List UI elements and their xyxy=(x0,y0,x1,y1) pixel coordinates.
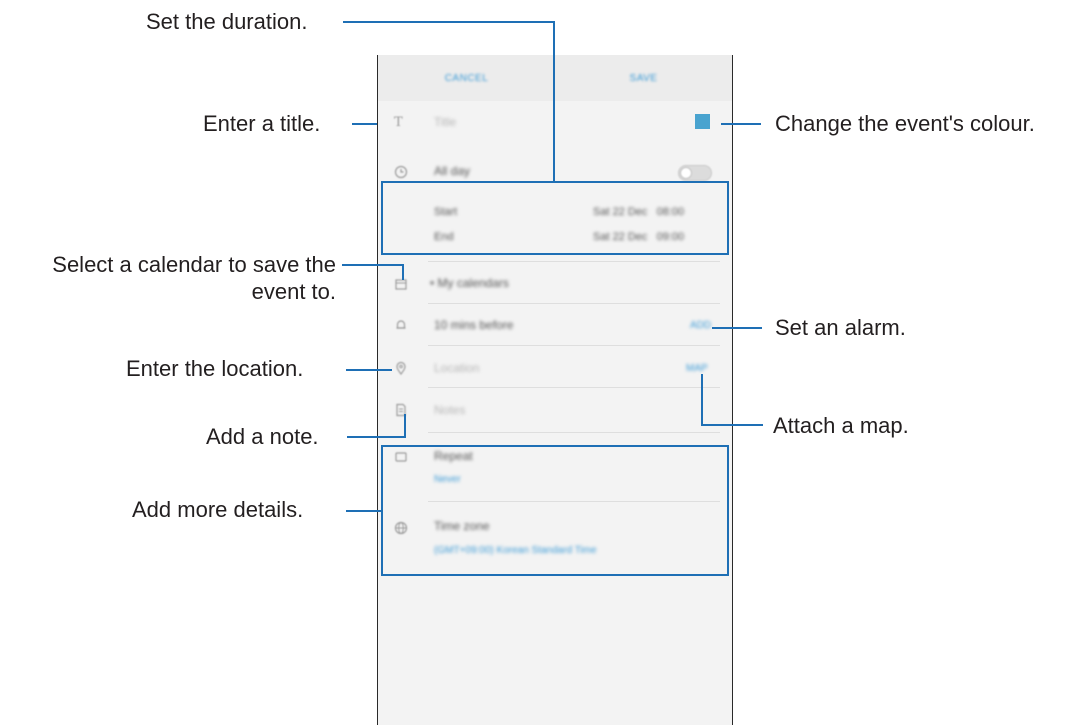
callout-line-calendar xyxy=(342,264,404,266)
event-editor-screen: CANCEL SAVE T Title All day Start Sat 22… xyxy=(377,55,733,725)
title-icon: T xyxy=(394,115,403,130)
save-button[interactable]: SAVE xyxy=(555,55,732,101)
add-alarm-button[interactable]: ADD xyxy=(690,320,711,331)
location-field[interactable]: Location xyxy=(434,361,479,375)
callout-select-calendar-line1: Select a calendar to save the xyxy=(52,252,336,277)
all-day-label: All day xyxy=(434,164,471,178)
callout-set-alarm: Set an alarm. xyxy=(775,315,906,340)
all-day-toggle[interactable] xyxy=(678,165,712,181)
divider xyxy=(428,345,720,346)
callout-line-note-v xyxy=(404,414,406,438)
map-button[interactable]: MAP xyxy=(686,363,708,374)
calendar-selector[interactable]: • My calendars xyxy=(430,276,509,290)
callout-line-title xyxy=(352,123,377,125)
callout-line-map-v xyxy=(701,374,703,426)
toggle-knob xyxy=(680,167,692,179)
callout-line-map xyxy=(701,424,763,426)
callout-line-colour xyxy=(721,123,761,125)
details-highlight-box xyxy=(381,445,729,576)
callout-line-alarm xyxy=(712,327,762,329)
bell-icon xyxy=(396,320,406,329)
cancel-button[interactable]: CANCEL xyxy=(378,55,555,101)
callout-select-calendar-line2: event to. xyxy=(251,279,336,304)
callout-line-duration-v xyxy=(553,21,555,181)
callout-add-note: Add a note. xyxy=(206,424,319,449)
clock-icon xyxy=(394,165,408,179)
app-bar: CANCEL SAVE xyxy=(378,55,732,101)
callout-line-location xyxy=(346,369,392,371)
divider xyxy=(428,432,720,433)
calendar-icon xyxy=(395,279,407,290)
notes-field[interactable]: Notes xyxy=(434,403,465,417)
divider xyxy=(428,303,720,304)
alarm-value[interactable]: 10 mins before xyxy=(434,318,513,332)
duration-highlight-box xyxy=(381,181,729,255)
callout-line-note xyxy=(347,436,406,438)
title-field[interactable]: Title xyxy=(434,115,456,129)
callout-enter-title: Enter a title. xyxy=(203,111,321,136)
location-pin-icon xyxy=(396,361,406,375)
callout-line-calendar-v xyxy=(402,264,404,280)
callout-attach-map: Attach a map. xyxy=(773,413,909,438)
callout-add-details: Add more details. xyxy=(132,497,304,522)
callout-enter-location: Enter the location. xyxy=(126,356,304,381)
callout-change-colour: Change the event's colour. xyxy=(775,111,1035,136)
divider xyxy=(428,387,720,388)
divider xyxy=(428,261,720,262)
event-colour-picker[interactable] xyxy=(695,114,710,129)
callout-set-duration: Set the duration. xyxy=(146,9,308,34)
callout-line-duration xyxy=(343,21,555,23)
callout-line-details xyxy=(346,510,381,512)
